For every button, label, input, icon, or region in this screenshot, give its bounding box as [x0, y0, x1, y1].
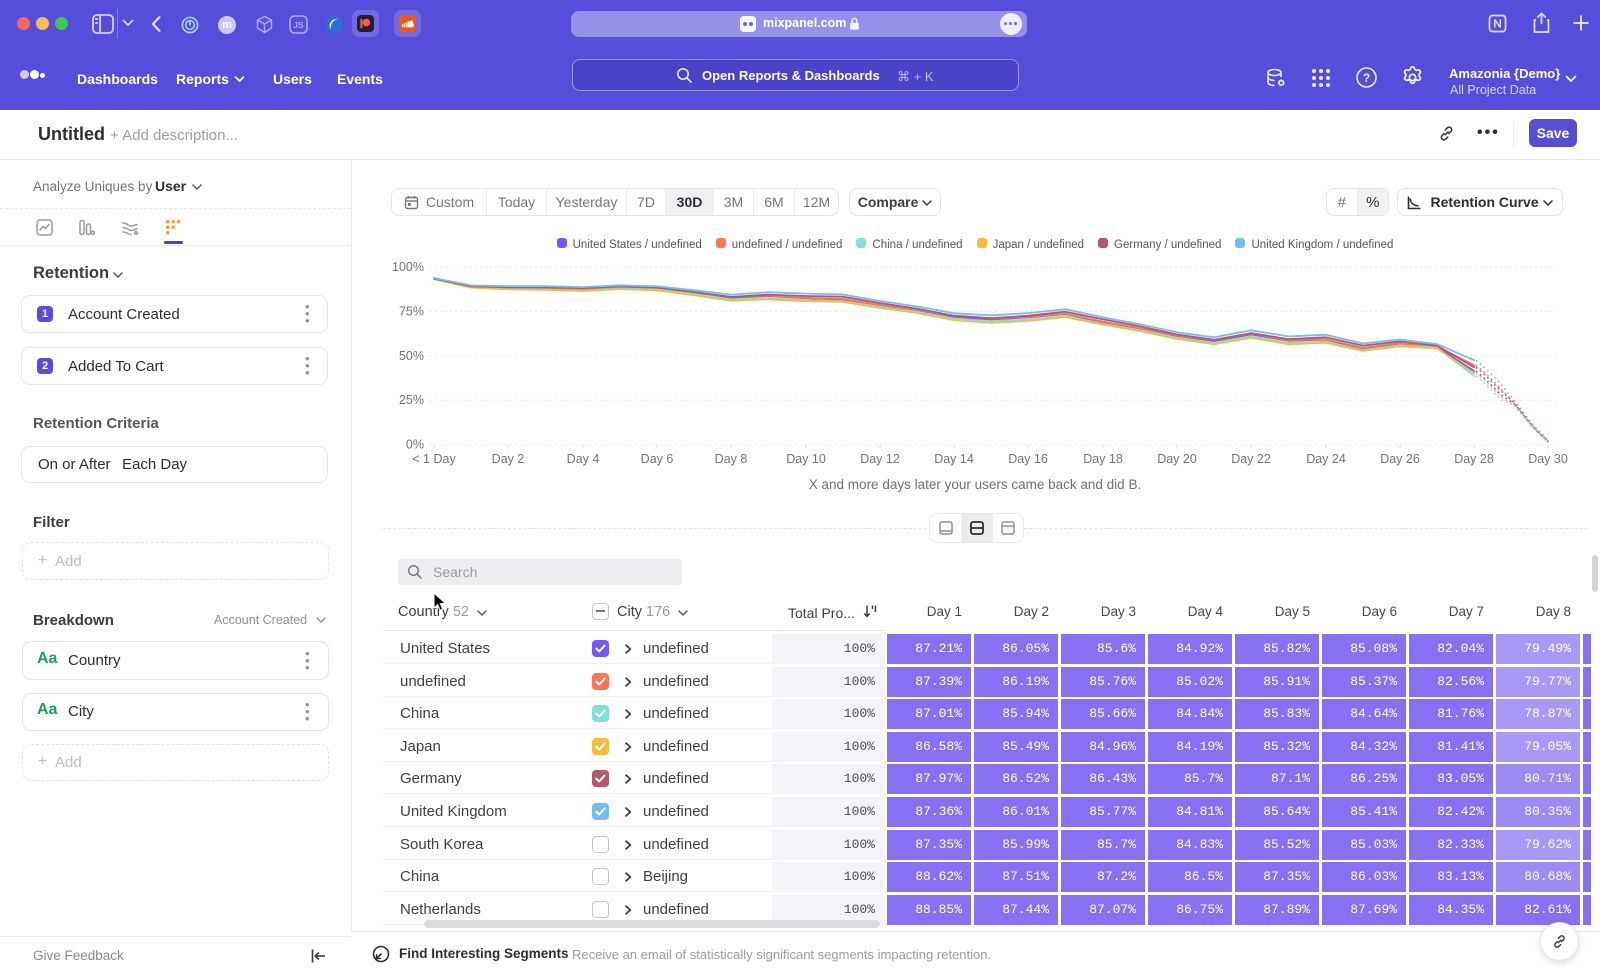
svg-text:50%: 50% — [399, 349, 424, 363]
svg-text:Day 26: Day 26 — [1380, 452, 1420, 466]
svg-text:Day 20: Day 20 — [1157, 452, 1197, 466]
svg-text:Day 14: Day 14 — [934, 452, 974, 466]
svg-text:Day 10: Day 10 — [786, 452, 826, 466]
svg-text:Day 6: Day 6 — [641, 452, 674, 466]
svg-text:25%: 25% — [399, 393, 424, 407]
svg-text:Day 8: Day 8 — [715, 452, 748, 466]
svg-text:Day 24: Day 24 — [1306, 452, 1346, 466]
svg-text:Day 30: Day 30 — [1528, 452, 1568, 466]
svg-text:< 1 Day: < 1 Day — [412, 452, 456, 466]
svg-text:75%: 75% — [399, 304, 424, 318]
svg-text:Day 16: Day 16 — [1008, 452, 1048, 466]
svg-text:Day 22: Day 22 — [1231, 452, 1271, 466]
svg-text:?: ? — [1363, 71, 1370, 85]
svg-text:Day 4: Day 4 — [567, 452, 600, 466]
svg-text:100%: 100% — [392, 260, 424, 274]
svg-text:JS: JS — [293, 20, 304, 30]
svg-text:Day 18: Day 18 — [1083, 452, 1123, 466]
svg-text:Day 12: Day 12 — [860, 452, 900, 466]
svg-text:Day 2: Day 2 — [492, 452, 525, 466]
svg-text:0%: 0% — [406, 438, 424, 452]
svg-text:Day 28: Day 28 — [1454, 452, 1494, 466]
